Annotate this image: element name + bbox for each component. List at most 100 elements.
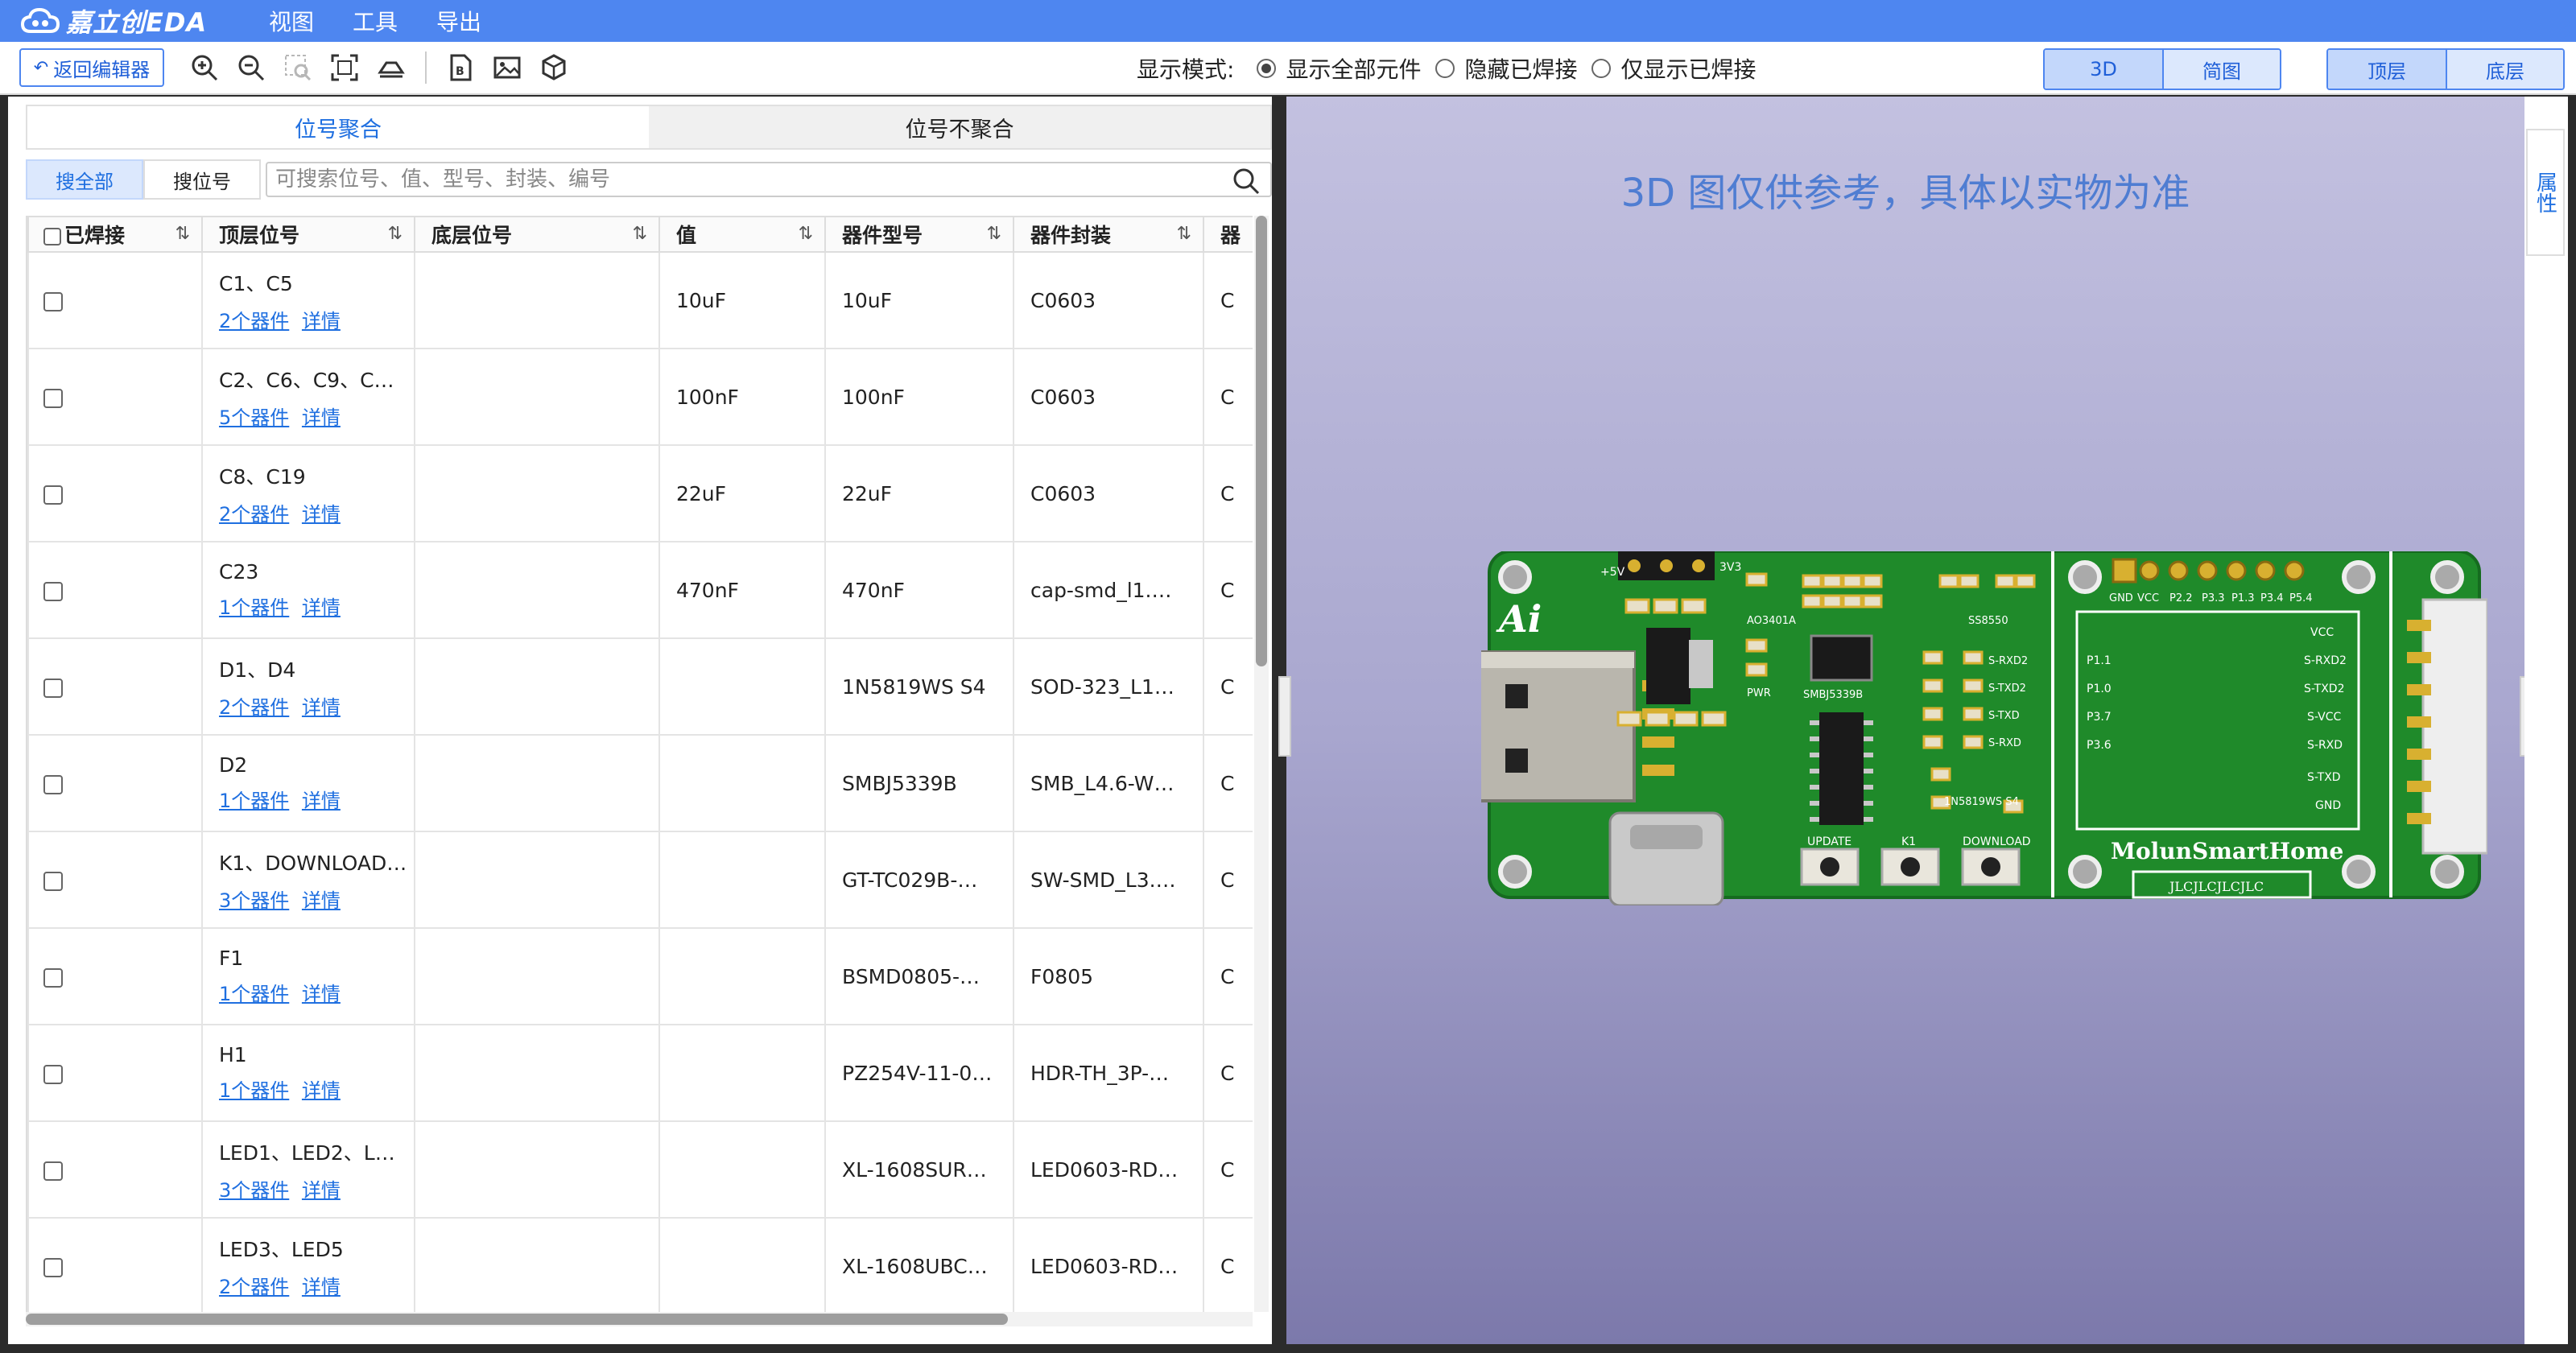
component-count-link[interactable]: 2个器件 (219, 1276, 289, 1298)
value-cell (658, 1120, 826, 1219)
col-model[interactable]: 器件型号 ⇅ (824, 216, 1014, 253)
table-row[interactable]: D2 1个器件 详情 SMBJ5339B SMB_L4.6-W… C (27, 734, 1253, 832)
component-count-link[interactable]: 2个器件 (219, 696, 289, 719)
ref-links: 3个器件 详情 (219, 1174, 413, 1202)
sort-icon[interactable]: ⇅ (175, 224, 190, 244)
component-count-link[interactable]: 1个器件 (219, 596, 289, 619)
table-row[interactable]: C2、C6、C9、C… 5个器件 详情 100nF 100nF C0603 C (27, 348, 1253, 446)
table-row[interactable]: C1、C5 2个器件 详情 10uF 10uF C0603 C (27, 251, 1253, 349)
col-value[interactable]: 值 ⇅ (658, 216, 826, 253)
extra-cell: C (1203, 541, 1253, 639)
component-count-link[interactable]: 5个器件 (219, 406, 289, 429)
detail-link[interactable]: 详情 (302, 310, 341, 332)
table-row[interactable]: K1、DOWNLOAD… 3个器件 详情 GT-TC029B-… SW-SMD_… (27, 831, 1253, 929)
view-3d-button[interactable]: 3D (2045, 50, 2162, 89)
soldered-checkbox[interactable] (43, 1064, 63, 1084)
table-row[interactable]: H1 1个器件 详情 PZ254V-11-0… HDR-TH_3P-… C (27, 1024, 1253, 1122)
detail-link[interactable]: 详情 (302, 1276, 341, 1298)
col-package[interactable]: 器件封装 ⇅ (1013, 216, 1204, 253)
silk-label: DOWNLOAD (1963, 835, 2031, 848)
view-schematic-button[interactable]: 简图 (2162, 50, 2280, 89)
sort-icon[interactable]: ⇅ (1177, 224, 1191, 244)
silk-label: S-TXD2 (1988, 683, 2026, 695)
extra-cell: C (1203, 927, 1253, 1025)
table-row[interactable]: C23 1个器件 详情 470nF 470nF cap-smd_l1.… C (27, 541, 1253, 639)
detail-link[interactable]: 详情 (302, 406, 341, 429)
col-top-ref[interactable]: 顶层位号 ⇅ (201, 216, 415, 253)
sort-icon[interactable]: ⇅ (799, 224, 813, 244)
col-bottom-ref[interactable]: 底层位号 ⇅ (414, 216, 660, 253)
search-input[interactable] (267, 163, 1270, 196)
component-count-link[interactable]: 1个器件 (219, 790, 289, 812)
table-row[interactable]: LED3、LED5 2个器件 详情 XL-1608UBC… LED0603-RD… (27, 1217, 1253, 1312)
package-cell: SMB_L4.6-W… (1013, 734, 1204, 832)
col-top-ref-label: 顶层位号 (219, 224, 300, 247)
radio-show-all[interactable]: 显示全部元件 (1257, 52, 1421, 85)
table-row[interactable]: LED1、LED2、L… 3个器件 详情 XL-1608SUR… LED0603… (27, 1120, 1253, 1219)
search-all-button[interactable]: 搜全部 (26, 159, 143, 200)
fit-view-icon[interactable] (327, 50, 362, 85)
detail-link[interactable]: 详情 (302, 889, 341, 912)
tab-ungrouped[interactable]: 位号不聚合 (649, 106, 1270, 148)
menu-export[interactable]: 导出 (436, 5, 481, 37)
export-bom-icon[interactable]: B (443, 50, 478, 85)
soldered-checkbox[interactable] (43, 774, 63, 794)
back-to-editor-button[interactable]: ↶ 返回编辑器 (19, 48, 164, 87)
horizontal-scrollbar[interactable] (26, 1312, 1253, 1326)
menu-view[interactable]: 视图 (269, 5, 314, 37)
sort-icon[interactable]: ⇅ (388, 224, 402, 244)
menu-tools[interactable]: 工具 (353, 5, 398, 37)
soldered-checkbox[interactable] (43, 485, 63, 505)
detail-link[interactable]: 详情 (302, 503, 341, 526)
bottom-layer-button[interactable]: 底层 (2446, 50, 2563, 89)
soldered-checkbox[interactable] (43, 1161, 63, 1181)
component-count-link[interactable]: 1个器件 (219, 1079, 289, 1102)
export-image-icon[interactable] (489, 50, 525, 85)
table-row[interactable]: D1、D4 2个器件 详情 1N5819WS S4 SOD-323_L1… C (27, 637, 1253, 736)
component-count-link[interactable]: 2个器件 (219, 503, 289, 526)
search-ref-button[interactable]: 搜位号 (143, 159, 261, 200)
component-count-link[interactable]: 3个器件 (219, 889, 289, 912)
soldered-cell (27, 1024, 203, 1122)
soldered-checkbox[interactable] (43, 291, 63, 311)
zoom-in-icon[interactable] (187, 50, 222, 85)
pcb-3d-icon[interactable] (374, 50, 409, 85)
col-soldered[interactable]: 已焊接 ⇅ (27, 216, 203, 253)
radio-hide-soldered[interactable]: 隐藏已焊接 (1435, 52, 1577, 85)
radio-only-soldered[interactable]: 仅显示已焊接 (1591, 52, 1756, 85)
collapse-left-handle[interactable] (1278, 676, 1291, 757)
radio-dot (1591, 59, 1612, 78)
top-layer-button[interactable]: 顶层 (2328, 50, 2446, 89)
sort-icon[interactable]: ⇅ (633, 224, 647, 244)
table-row[interactable]: F1 1个器件 详情 BSMD0805-… F0805 C (27, 927, 1253, 1025)
properties-tab[interactable]: 属性 (2526, 129, 2565, 256)
detail-link[interactable]: 详情 (302, 596, 341, 619)
zoom-out-icon[interactable] (233, 50, 269, 85)
sort-icon[interactable]: ⇅ (987, 224, 1001, 244)
detail-link[interactable]: 详情 (302, 983, 341, 1005)
detail-link[interactable]: 详情 (302, 1079, 341, 1102)
zoom-area-icon[interactable] (280, 50, 316, 85)
table-row[interactable]: C8、C19 2个器件 详情 22uF 22uF C0603 C (27, 444, 1253, 542)
col-extra[interactable]: 器 (1203, 216, 1253, 253)
export-3d-model-icon[interactable] (536, 50, 572, 85)
soldered-checkbox[interactable] (43, 678, 63, 698)
detail-link[interactable]: 详情 (302, 790, 341, 812)
vertical-scrollbar[interactable] (1254, 216, 1269, 1312)
soldered-checkbox[interactable] (43, 388, 63, 408)
component-count-link[interactable]: 2个器件 (219, 310, 289, 332)
soldered-checkbox[interactable] (43, 967, 63, 988)
scroll-thumb[interactable] (1256, 216, 1267, 666)
search-icon[interactable] (1232, 167, 1261, 196)
detail-link[interactable]: 详情 (302, 1179, 341, 1202)
tab-grouped[interactable]: 位号聚合 (27, 106, 649, 148)
scroll-thumb[interactable] (26, 1314, 1008, 1325)
top-ref-text: C8、C19 (219, 464, 306, 489)
detail-link[interactable]: 详情 (302, 696, 341, 719)
soldered-checkbox[interactable] (43, 1257, 63, 1277)
select-all-checkbox[interactable] (43, 228, 61, 245)
component-count-link[interactable]: 1个器件 (219, 983, 289, 1005)
component-count-link[interactable]: 3个器件 (219, 1179, 289, 1202)
soldered-checkbox[interactable] (43, 581, 63, 601)
soldered-checkbox[interactable] (43, 871, 63, 891)
